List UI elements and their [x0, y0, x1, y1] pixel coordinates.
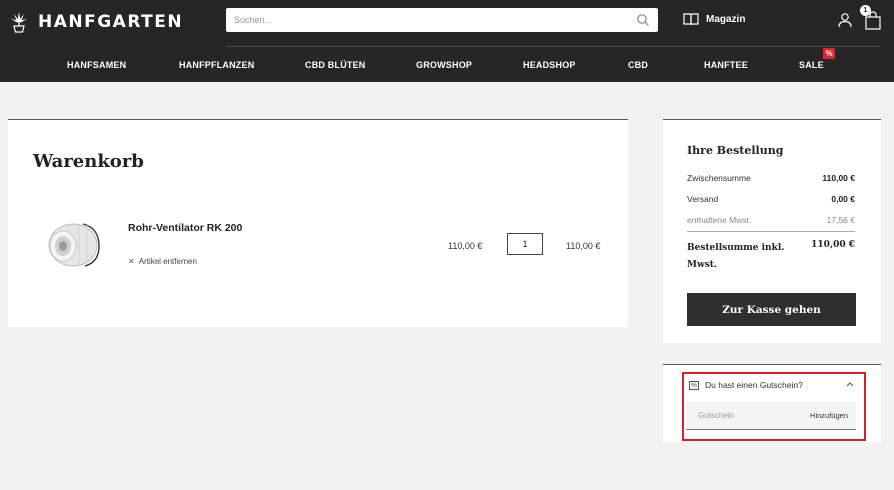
total-label: Bestellsumme inkl. Mwst.: [687, 243, 785, 270]
hemp-leaf-icon: [11, 12, 27, 33]
cart-count-badge: 1: [860, 5, 871, 16]
percent-icon: %: [689, 380, 699, 390]
voucher-add-button[interactable]: Hinzufügen: [810, 411, 848, 420]
top-header: HANFGARTEN Magazin 1 HANFSAMEN HANFPFLAN…: [0, 0, 894, 82]
shipping-value: 0,00 €: [831, 194, 855, 204]
cart-panel: Warenkorb Rohr-Ventilator RK 200 ✕ Artik…: [8, 119, 628, 327]
logo[interactable]: HANFGARTEN: [10, 10, 183, 34]
voucher-field: Hinzufügen: [686, 402, 856, 430]
search-bar: [226, 8, 658, 32]
nav-item-cbd-blueten[interactable]: CBD BLÜTEN: [305, 60, 366, 70]
voucher-heading: Du hast einen Gutschein?: [705, 380, 803, 390]
nav-item-hanfsamen[interactable]: HANFSAMEN: [67, 60, 126, 70]
remove-item-label: Artikel entfernen: [138, 257, 197, 266]
nav-item-headshop[interactable]: HEADSHOP: [523, 60, 576, 70]
nav-item-growshop[interactable]: GROWSHOP: [416, 60, 472, 70]
line-total: 110,00 €: [566, 241, 601, 251]
main-nav: HANFSAMEN HANFPFLANZEN CBD BLÜTEN GROWSH…: [0, 56, 894, 78]
quantity-input[interactable]: [507, 233, 543, 255]
remove-item-link[interactable]: ✕ Artikel entfernen: [128, 257, 197, 266]
vat-value: 17,56 €: [826, 215, 855, 225]
checkout-button[interactable]: Zur Kasse gehen: [687, 293, 856, 326]
vat-label: enthaltene Mwst.: [687, 215, 752, 225]
product-image[interactable]: [43, 214, 103, 274]
nav-item-hanftee[interactable]: HANFTEE: [704, 60, 748, 70]
voucher-section: % Du hast einen Gutschein? Hinzufügen: [682, 372, 866, 441]
voucher-input[interactable]: [686, 402, 796, 429]
total-value: 110,00 €: [811, 240, 855, 250]
nav-item-sale[interactable]: SALE: [799, 60, 824, 70]
logo-text: HANFGARTEN: [38, 12, 184, 32]
order-summary: Ihre Bestellung Zwischensumme 110,00 € V…: [663, 119, 881, 343]
sale-percent-badge: %: [823, 48, 835, 59]
header-divider: [226, 46, 880, 47]
summary-title: Ihre Bestellung: [687, 144, 784, 157]
magazin-label: Magazin: [706, 13, 746, 25]
shipping-label: Versand: [687, 194, 719, 204]
subtotal-value: 110,00 €: [822, 173, 855, 183]
summary-divider: [687, 231, 855, 232]
book-icon: [683, 13, 699, 26]
search-input[interactable]: [226, 8, 626, 32]
unit-price: 110,00 €: [448, 241, 483, 251]
chevron-up-icon[interactable]: [846, 381, 854, 387]
subtotal-label: Zwischensumme: [687, 173, 751, 183]
voucher-toggle[interactable]: % Du hast einen Gutschein?: [689, 380, 803, 390]
product-name[interactable]: Rohr-Ventilator RK 200: [128, 222, 242, 234]
user-icon[interactable]: [838, 12, 852, 28]
close-icon: ✕: [128, 257, 135, 266]
magazin-link[interactable]: Magazin: [683, 12, 745, 26]
page-title: Warenkorb: [33, 151, 144, 172]
nav-item-hanfpflanzen[interactable]: HANFPFLANZEN: [179, 60, 254, 70]
nav-item-cbd[interactable]: CBD: [628, 60, 648, 70]
search-icon[interactable]: [636, 13, 650, 27]
